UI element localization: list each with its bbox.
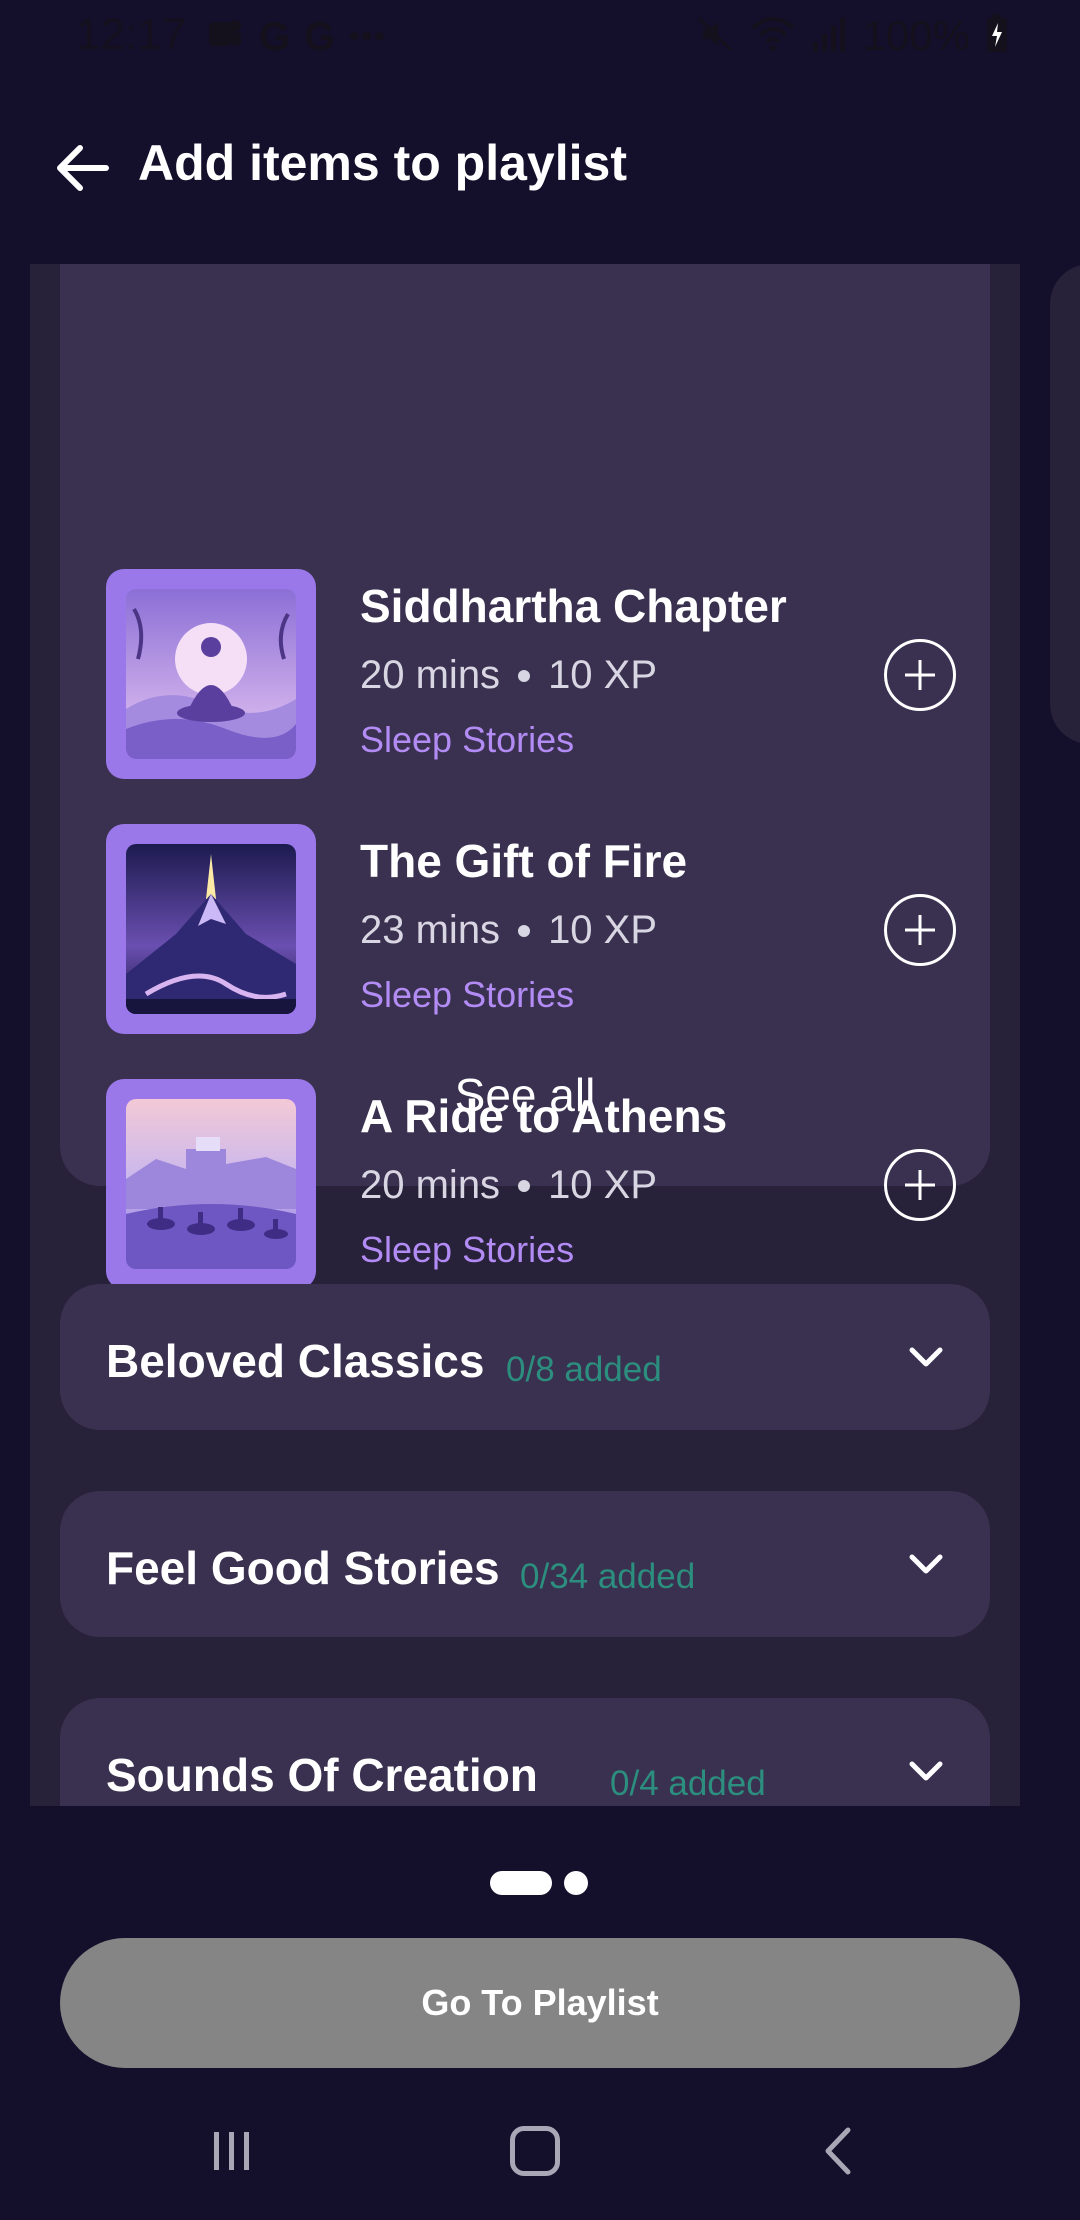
nav-back-icon[interactable] — [820, 2126, 856, 2176]
google-icon: G — [259, 14, 291, 59]
category-title: Sounds Of Creation — [106, 1749, 538, 1801]
category-count: 0/4 added — [610, 1764, 766, 1803]
sleep-stories-card: Siddhartha Chapter 20 mins 10 XP Sleep S… — [60, 264, 990, 1289]
go-to-playlist-button[interactable]: Go To Playlist — [60, 1938, 1020, 2068]
page-indicator-dot[interactable] — [564, 1871, 588, 1895]
signal-icon — [811, 14, 847, 59]
more-icon: ••• — [349, 19, 387, 53]
add-to-playlist-button[interactable] — [884, 894, 956, 966]
list-item[interactable]: Siddhartha Chapter 20 mins 10 XP Sleep S… — [106, 569, 966, 779]
add-to-playlist-button[interactable] — [884, 1149, 956, 1221]
list-item[interactable]: The Gift of Fire 23 mins 10 XP Sleep Sto… — [106, 824, 966, 1034]
category-title: Feel Good Stories — [106, 1542, 500, 1594]
wifi-icon — [751, 14, 795, 59]
story-category: Sleep Stories — [360, 1229, 575, 1270]
story-xp: 10 XP — [548, 653, 658, 697]
category-count: 0/8 added — [506, 1350, 662, 1389]
story-title: The Gift of Fire — [360, 835, 688, 887]
chevron-down-icon — [909, 1761, 943, 1781]
category-title: Beloved Classics — [106, 1335, 485, 1387]
category-sounds-of-creation[interactable]: Sounds Of Creation 0/4 added — [60, 1698, 990, 1806]
story-duration: 20 mins — [360, 1163, 501, 1207]
story-category: Sleep Stories — [360, 974, 575, 1015]
separator-dot — [518, 924, 531, 937]
chevron-down-icon — [909, 1554, 943, 1574]
story-xp: 10 XP — [548, 908, 658, 952]
system-nav-bar — [0, 2080, 1080, 2220]
mountain-fire-image — [126, 844, 296, 1014]
teams-icon — [205, 14, 245, 59]
page-indicator — [490, 1871, 588, 1895]
story-meta: 20 mins 10 XP — [360, 653, 657, 698]
category-beloved-classics[interactable]: Beloved Classics 0/8 added — [60, 1284, 990, 1430]
story-title: Siddhartha Chapter — [360, 580, 787, 632]
back-button[interactable] — [50, 138, 120, 198]
playlist-content-panel[interactable]: Siddhartha Chapter 20 mins 10 XP Sleep S… — [30, 264, 1020, 1806]
meditating-monk-image — [126, 589, 296, 759]
status-notification-icons: G G ••• — [205, 14, 387, 59]
next-page-peek[interactable] — [1050, 264, 1080, 744]
page-indicator-active — [490, 1871, 552, 1895]
story-category: Sleep Stories — [360, 719, 575, 760]
story-thumbnail — [106, 824, 316, 1034]
chevron-down-icon — [909, 1347, 943, 1367]
story-xp: 10 XP — [548, 1163, 658, 1207]
status-system-icons: 100% — [695, 12, 1008, 60]
header: Add items to playlist — [0, 110, 1080, 220]
category-feel-good-stories[interactable]: Feel Good Stories 0/34 added — [60, 1491, 990, 1637]
riders-athens-image — [126, 1099, 296, 1269]
battery-percent: 100% — [862, 12, 970, 59]
battery-charging-icon — [986, 13, 1008, 59]
story-thumbnail — [106, 569, 316, 779]
separator-dot — [518, 1179, 531, 1192]
category-count: 0/34 added — [520, 1557, 696, 1596]
story-duration: 20 mins — [360, 653, 501, 697]
arrow-left-icon — [57, 145, 109, 191]
story-meta: 23 mins 10 XP — [360, 908, 657, 953]
page-title: Add items to playlist — [138, 135, 627, 191]
add-to-playlist-button[interactable] — [884, 639, 956, 711]
google-icon: G — [304, 14, 336, 59]
story-meta: 20 mins 10 XP — [360, 1163, 657, 1208]
status-time: 12:17 — [76, 10, 187, 59]
status-bar: 12:17 G G ••• 100% — [0, 0, 1080, 72]
recent-apps-icon[interactable] — [210, 2128, 254, 2174]
separator-dot — [518, 669, 531, 682]
story-duration: 23 mins — [360, 908, 501, 952]
mute-icon — [695, 14, 735, 59]
home-icon[interactable] — [510, 2126, 560, 2176]
see-all-button[interactable]: See all — [60, 1068, 990, 1122]
